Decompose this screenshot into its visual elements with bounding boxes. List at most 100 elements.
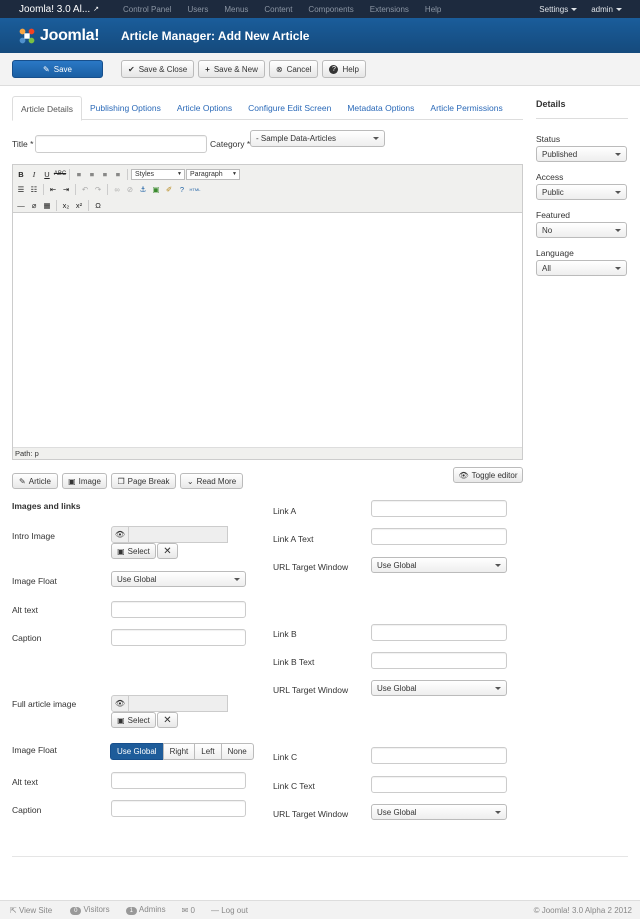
category-select[interactable]: - Sample Data-Articles [250, 130, 385, 147]
outdent-icon[interactable]: ⇤ [47, 183, 59, 195]
full-alt-text-input[interactable] [111, 772, 246, 789]
intro-alt-text-input[interactable] [111, 601, 246, 618]
html-icon[interactable]: HTML [189, 183, 201, 195]
italic-icon[interactable]: I [28, 168, 40, 180]
intro-caption-input[interactable] [111, 629, 246, 646]
link-icon[interactable]: ∞ [111, 183, 123, 195]
logout-link[interactable]: — Log out [211, 906, 248, 915]
underline-icon[interactable]: U [41, 168, 53, 180]
link-b-input[interactable] [371, 624, 507, 641]
nav-help[interactable]: Help [417, 5, 449, 14]
full-image-clear-button[interactable]: ✕ [157, 712, 178, 728]
horizontal-rule-icon[interactable]: — [15, 199, 27, 211]
user-menu[interactable]: admin [591, 5, 622, 14]
toggle-editor-button[interactable]: 👁 Toggle editor [453, 467, 523, 483]
nav-content[interactable]: Content [256, 5, 300, 14]
page-break-button[interactable]: ❐ Page Break [111, 473, 176, 489]
intro-image-label: Intro Image [12, 531, 55, 541]
link-a-target-select[interactable]: Use Global [371, 557, 507, 573]
cleanup-icon[interactable]: ✐ [163, 183, 175, 195]
cancel-button[interactable]: ⊗ Cancel [268, 60, 319, 78]
tab-article-options[interactable]: Article Options [169, 96, 240, 120]
link-c-text-input[interactable] [371, 776, 507, 793]
read-more-button[interactable]: ⌄ Read More [180, 473, 243, 489]
image-icon[interactable]: ▣ [150, 183, 162, 195]
superscript-icon[interactable]: x² [73, 199, 85, 211]
bullet-list-icon[interactable]: ☰ [15, 183, 27, 195]
nav-control-panel[interactable]: Control Panel [115, 5, 179, 14]
bold-icon[interactable]: B [15, 168, 27, 180]
align-justify-icon[interactable]: ≡ [112, 168, 124, 180]
undo-icon[interactable]: ↶ [79, 183, 91, 195]
intro-image-float-select[interactable]: Use Global [111, 571, 246, 587]
joomla-logo[interactable]: Joomla! [0, 27, 121, 45]
align-center-icon[interactable]: ≡ [86, 168, 98, 180]
save-button[interactable]: ✎ Save [12, 60, 103, 78]
featured-select[interactable]: No [536, 222, 627, 238]
full-caption-input[interactable] [111, 800, 246, 817]
tab-article-details[interactable]: Article Details [12, 96, 82, 121]
help-button[interactable]: ? Help [322, 60, 366, 78]
align-left-icon[interactable]: ≡ [73, 168, 85, 180]
page-title: Article Manager: Add New Article [121, 28, 310, 43]
intro-image-select-button[interactable]: ▣ Select [111, 543, 156, 559]
nav-users[interactable]: Users [179, 5, 216, 14]
float-none-button[interactable]: None [220, 743, 254, 760]
messages-indicator[interactable]: ✉ 0 [182, 906, 195, 915]
nav-extensions[interactable]: Extensions [362, 5, 417, 14]
link-b-target-select[interactable]: Use Global [371, 680, 507, 696]
unlink-icon[interactable]: ⊘ [124, 183, 136, 195]
float-left-button[interactable]: Left [194, 743, 222, 760]
remove-format-icon[interactable]: ⌀ [28, 199, 40, 211]
editor-content-area[interactable] [13, 213, 522, 447]
settings-menu[interactable]: Settings [539, 5, 578, 14]
access-select[interactable]: Public [536, 184, 627, 200]
float-right-button[interactable]: Right [162, 743, 196, 760]
language-select[interactable]: All [536, 260, 627, 276]
subscript-icon[interactable]: x₂ [60, 199, 72, 211]
align-right-icon[interactable]: ≡ [99, 168, 111, 180]
nav-menus[interactable]: Menus [216, 5, 256, 14]
site-name-link[interactable]: Joomla! 3.0 Al... ↗ [0, 4, 115, 15]
target-value: Use Global [377, 683, 417, 693]
styles-dropdown[interactable]: Styles ▼ [131, 168, 185, 180]
eye-icon[interactable]: 👁 [111, 695, 129, 712]
special-character-icon[interactable]: Ω [92, 199, 104, 211]
tab-publishing-options[interactable]: Publishing Options [82, 96, 169, 120]
link-a-input[interactable] [371, 500, 507, 517]
link-c-target-select[interactable]: Use Global [371, 804, 507, 820]
category-value: - Sample Data-Articles [256, 134, 337, 143]
status-select[interactable]: Published [536, 146, 627, 162]
link-a-text-input[interactable] [371, 528, 507, 545]
title-input[interactable] [35, 135, 207, 153]
link-c-input[interactable] [371, 747, 507, 764]
eye-icon[interactable]: 👁 [111, 526, 129, 543]
link-c-label: Link C [273, 752, 298, 762]
tab-configure-edit-screen[interactable]: Configure Edit Screen [240, 96, 339, 120]
link-b-text-input[interactable] [371, 652, 507, 669]
redo-icon[interactable]: ↷ [92, 183, 104, 195]
read-more-label: Read More [196, 476, 237, 486]
image-button[interactable]: ▣ Image [62, 473, 107, 489]
view-site-link[interactable]: ⇱ View Site [10, 906, 52, 915]
tab-metadata-options[interactable]: Metadata Options [339, 96, 422, 120]
article-button[interactable]: ✎ Article [12, 473, 58, 489]
full-image-select-button[interactable]: ▣ Select [111, 712, 156, 728]
help-icon[interactable]: ? [176, 183, 188, 195]
indent-icon[interactable]: ⇥ [60, 183, 72, 195]
chevron-down-icon [495, 687, 501, 690]
nav-components[interactable]: Components [300, 5, 361, 14]
strikethrough-icon[interactable]: ABC [54, 168, 66, 180]
save-new-button[interactable]: + Save & New [198, 60, 265, 78]
numbered-list-icon[interactable]: ☷ [28, 183, 40, 195]
anchor-icon[interactable]: ⚓ [137, 183, 149, 195]
save-close-button[interactable]: ✔ Save & Close [121, 60, 195, 78]
access-label: Access [536, 172, 564, 182]
intro-image-clear-button[interactable]: ✕ [157, 543, 178, 559]
tab-article-permissions[interactable]: Article Permissions [422, 96, 510, 120]
target-value: Use Global [377, 560, 417, 570]
float-use-global-button[interactable]: Use Global [110, 743, 164, 760]
chevron-down-icon [373, 137, 379, 140]
paragraph-dropdown[interactable]: Paragraph ▼ [186, 168, 240, 180]
visual-aid-icon[interactable]: ▦ [41, 199, 53, 211]
